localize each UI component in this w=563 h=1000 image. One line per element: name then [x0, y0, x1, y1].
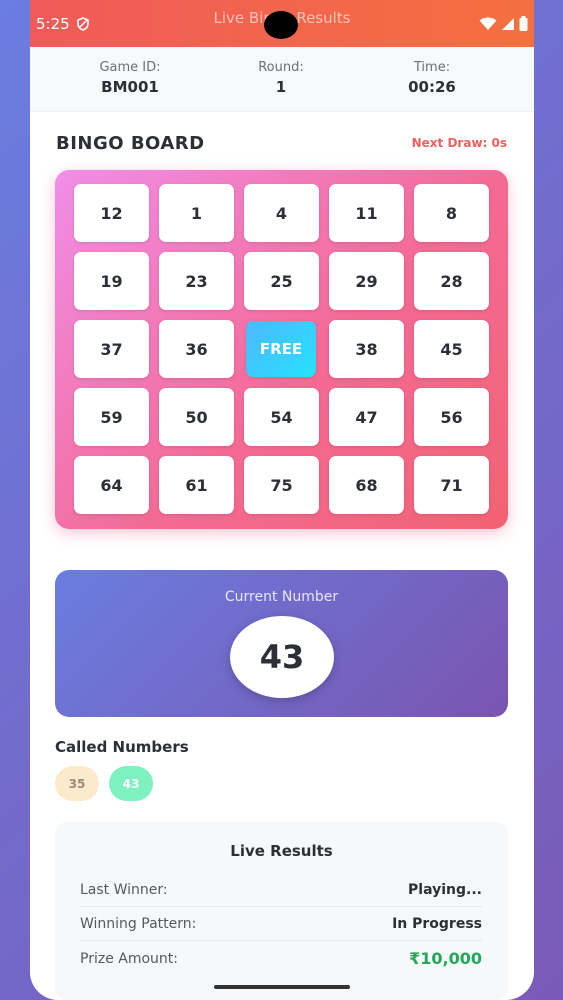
board-title: BINGO BOARD: [56, 133, 205, 154]
time-block: Time: 00:26: [367, 60, 497, 96]
bingo-cell[interactable]: 25: [244, 252, 319, 310]
battery-icon: [519, 16, 528, 35]
current-number-card: Current Number 43: [55, 570, 508, 717]
bingo-cell[interactable]: 54: [244, 388, 319, 446]
bingo-cell[interactable]: 29: [329, 252, 404, 310]
bingo-cell[interactable]: 28: [414, 252, 489, 310]
called-number-chip: 35: [55, 766, 99, 801]
bingo-board: 12 1 4 11 8 19 23 25 29 28 37 36 FREE 38 45 59 50 54 47 56 6…: [55, 170, 508, 529]
result-value: In Progress: [392, 916, 482, 932]
round-value: 1: [275, 78, 287, 96]
bingo-cell[interactable]: 19: [74, 252, 149, 310]
bingo-cell[interactable]: 50: [159, 388, 234, 446]
bingo-cell[interactable]: 1: [159, 184, 234, 242]
app-screen: 5:25 Live Bingo Results Game ID: BM001 R…: [30, 0, 534, 1000]
round-block: Round: 1: [216, 60, 346, 96]
game-info-bar: Game ID: BM001 Round: 1 Time: 00:26: [30, 47, 534, 112]
status-bar: 5:25 Live Bingo Results: [30, 0, 534, 47]
camera-cutout: [264, 11, 298, 39]
time-value: 00:26: [408, 78, 456, 96]
result-row-prize-amount: Prize Amount: ₹10,000: [80, 942, 482, 975]
called-number-chip: 43: [109, 766, 153, 801]
bingo-cell[interactable]: 47: [329, 388, 404, 446]
bingo-cell[interactable]: 23: [159, 252, 234, 310]
bingo-cell-free[interactable]: FREE: [246, 321, 316, 377]
result-value: Playing...: [408, 882, 482, 898]
current-number-label: Current Number: [224, 589, 339, 605]
result-label: Winning Pattern:: [80, 916, 197, 932]
bingo-cell[interactable]: 71: [414, 456, 489, 514]
prize-amount-value: ₹10,000: [409, 949, 482, 968]
current-number-value: 43: [230, 616, 334, 698]
bingo-cell[interactable]: 8: [414, 184, 489, 242]
status-icons: [479, 16, 528, 35]
game-id-label: Game ID:: [99, 60, 161, 75]
result-row-winning-pattern: Winning Pattern: In Progress: [80, 908, 482, 941]
round-label: Round:: [258, 60, 304, 75]
bingo-cell[interactable]: 59: [74, 388, 149, 446]
game-id-value: BM001: [101, 78, 159, 96]
wifi-icon: [479, 16, 497, 35]
bingo-cell[interactable]: 11: [329, 184, 404, 242]
bingo-cell[interactable]: 61: [159, 456, 234, 514]
result-label: Prize Amount:: [80, 950, 178, 967]
bingo-cell[interactable]: 38: [329, 320, 404, 378]
bingo-cell[interactable]: 64: [74, 456, 149, 514]
result-row-last-winner: Last Winner: Playing...: [80, 874, 482, 907]
live-results-card: Live Results Last Winner: Playing... Win…: [55, 822, 508, 1000]
bingo-cell[interactable]: 4: [244, 184, 319, 242]
called-numbers-title: Called Numbers: [55, 738, 189, 756]
bingo-cell[interactable]: 45: [414, 320, 489, 378]
bingo-cell[interactable]: 37: [74, 320, 149, 378]
bingo-cell[interactable]: 68: [329, 456, 404, 514]
game-id-block: Game ID: BM001: [65, 60, 195, 96]
live-results-title: Live Results: [230, 842, 333, 860]
bingo-cell[interactable]: 12: [74, 184, 149, 242]
next-draw-countdown: Next Draw: 0s: [411, 136, 507, 150]
result-label: Last Winner:: [80, 882, 168, 898]
time-label: Time:: [413, 60, 451, 75]
bingo-cell[interactable]: 36: [159, 320, 234, 378]
signal-icon: [501, 16, 515, 35]
home-indicator[interactable]: [214, 985, 350, 989]
bingo-cell[interactable]: 56: [414, 388, 489, 446]
bingo-cell[interactable]: 75: [244, 456, 319, 514]
